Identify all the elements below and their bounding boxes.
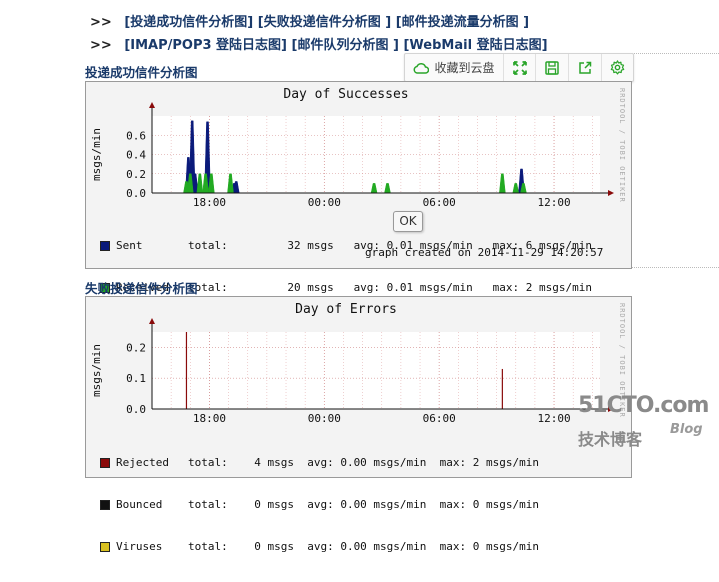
graph-created-timestamp: graph created on 2014-11-29 14:20:57 (365, 246, 604, 259)
gear-icon (610, 60, 625, 75)
plot-area (152, 332, 600, 409)
y-axis-arrow (149, 102, 155, 108)
y-tick-label: 0.0 (126, 187, 146, 200)
legend-name: Viruses (116, 540, 163, 553)
nav-link-mail-traffic[interactable]: [邮件投递流量分析图 ] (396, 15, 529, 30)
plot-area (152, 116, 600, 193)
x-tick-label: 06:00 (423, 196, 456, 209)
save-to-cloud-button[interactable]: 收藏到云盘 (405, 54, 504, 81)
nav-row-1: >> [投递成功信件分析图] [失败投递信件分析图 ] [邮件投递流量分析图 ] (90, 11, 529, 30)
x-axis-arrow (608, 190, 614, 196)
graph-successes: Day of Successes 0.0 0.2 0.4 0.6 18:00 00:00 0… (85, 81, 632, 294)
legend-stats: total: 0 msgs avg: 0.00 msgs/min max: 0 … (188, 498, 539, 511)
x-tick-label: 18:00 (193, 412, 226, 425)
expand-button[interactable] (504, 54, 536, 81)
download-button[interactable] (536, 54, 569, 81)
legend-stats: total: 4 msgs avg: 0.00 msgs/min max: 2 … (188, 456, 539, 469)
save-icon (545, 60, 559, 75)
legend-item-viruses: Viruses total: 0 msgs avg: 0.00 msgs/min … (100, 540, 539, 554)
cloud-icon (414, 62, 430, 74)
x-tick-label: 12:00 (537, 412, 570, 425)
y-axis-arrow (149, 318, 155, 324)
legend-stats: total: 0 msgs avg: 0.00 msgs/min max: 0 … (188, 540, 539, 553)
nav-prefix: >> (90, 15, 112, 30)
x-tick-label: 06:00 (423, 412, 456, 425)
section-title-failed: 失败投递信件分析图 (85, 281, 198, 296)
ok-tooltip[interactable]: OK (393, 211, 423, 232)
nav-row-2: >> [IMAP/POP3 登陆日志图] [邮件队列分析图 ] [WebMail… (90, 34, 548, 53)
section-title-success: 投递成功信件分析图 (85, 65, 198, 80)
x-tick-label: 18:00 (193, 196, 226, 209)
x-tick-label: 12:00 (537, 196, 570, 209)
divider (632, 267, 719, 268)
y-tick-label: 0.0 (126, 403, 146, 416)
chart-legend: Rejected total: 4 msgs avg: 0.00 msgs/min… (100, 428, 539, 582)
y-axis-label: msgs/min (90, 344, 103, 397)
y-tick-label: 0.6 (126, 129, 146, 142)
y-tick-label: 0.2 (126, 168, 146, 181)
graph-errors: Day of Errors 0.0 0.1 0.2 18:00 00:00 06:00 12… (85, 296, 632, 553)
legend-item-rejected: Rejected total: 4 msgs avg: 0.00 msgs/min… (100, 456, 539, 470)
nav-prefix: >> (90, 38, 112, 53)
expand-icon (512, 60, 527, 75)
nav-link-webmail[interactable]: [WebMail 登陆日志图] (403, 38, 547, 53)
share-button[interactable] (569, 54, 602, 81)
rrdtool-credit: RRDTOOL / TOBI OETIKER (618, 88, 626, 203)
legend-name: Bounced (116, 498, 163, 511)
legend-name: Rejected (116, 456, 169, 469)
legend-swatch (100, 241, 110, 251)
legend-swatch (100, 542, 110, 552)
nav-link-mail-queue[interactable]: [邮件队列分析图 ] (292, 38, 399, 53)
x-tick-label: 00:00 (308, 412, 341, 425)
image-toolbar: 收藏到云盘 (404, 53, 634, 82)
y-tick-label: 0.2 (126, 341, 146, 354)
share-icon (579, 61, 592, 74)
nav-link-failed-mail[interactable]: [失败投递信件分析图 ] (258, 15, 391, 30)
settings-button[interactable] (602, 54, 633, 81)
save-to-cloud-label: 收藏到云盘 (434, 61, 495, 75)
y-tick-label: 0.1 (126, 372, 146, 385)
legend-stats: total: 20 msgs avg: 0.01 msgs/min max: 2… (188, 281, 592, 294)
nav-link-success-mail[interactable]: [投递成功信件分析图] (124, 15, 253, 30)
legend-name: Sent (116, 239, 143, 252)
y-tick-label: 0.4 (126, 149, 146, 162)
legend-swatch (100, 458, 110, 468)
watermark-logo: 51CTO.com 技术博客 Blog (578, 393, 709, 449)
y-axis-label: msgs/min (90, 128, 103, 181)
legend-item-bounced: Bounced total: 0 msgs avg: 0.00 msgs/min … (100, 498, 539, 512)
legend-swatch (100, 500, 110, 510)
x-tick-label: 00:00 (308, 196, 341, 209)
divider (632, 53, 719, 54)
nav-link-imap-pop3[interactable]: [IMAP/POP3 登陆日志图] (124, 38, 287, 53)
